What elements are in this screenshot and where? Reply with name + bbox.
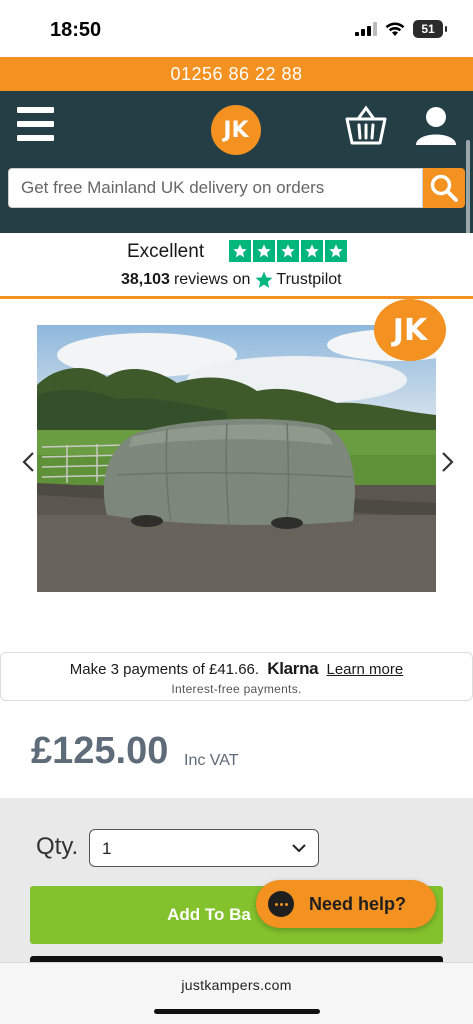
trustpilot-brand: Trustpilot	[254, 270, 342, 290]
account-icon[interactable]	[414, 105, 458, 147]
need-help-label: Need help?	[309, 893, 407, 914]
need-help-chat-button[interactable]: Need help?	[256, 880, 436, 928]
trustpilot-stars	[229, 240, 347, 262]
trustpilot-rating-word: Excellent	[127, 241, 205, 262]
vat-label: Inc VAT	[184, 752, 239, 769]
status-time: 18:50	[50, 19, 102, 41]
search-input[interactable]	[8, 168, 423, 208]
klarna-learn-more-link[interactable]: Learn more	[327, 661, 404, 678]
site-logo[interactable]: JK	[211, 105, 261, 155]
phone-number-link[interactable]: 01256 86 22 88	[0, 57, 473, 91]
quantity-select[interactable]: 1	[89, 829, 319, 867]
basket-icon[interactable]	[344, 105, 388, 147]
home-indicator	[154, 1009, 320, 1014]
brand-badge: JK	[374, 299, 446, 361]
url-text[interactable]: justkampers.com	[0, 977, 473, 993]
signal-icon	[355, 22, 377, 36]
chevron-left-icon[interactable]	[20, 451, 38, 473]
status-bar: 18:50 51	[0, 0, 473, 57]
trustpilot-widget[interactable]: Excellent 38,103 reviews on Trustpilot	[0, 233, 473, 297]
klarna-subtext: Interest-free payments.	[171, 682, 302, 696]
status-icons: 51	[355, 20, 447, 38]
reviews-on-text: reviews on	[173, 271, 251, 288]
search-button[interactable]	[423, 168, 465, 208]
chevron-right-icon[interactable]	[438, 451, 456, 473]
trustpilot-star-icon	[256, 271, 273, 288]
product-price: £125.00	[31, 730, 169, 772]
chat-bubble-icon	[268, 891, 294, 917]
product-gallery: JK	[0, 299, 473, 629]
star-icon	[277, 240, 299, 262]
klarna-payment-text: Make 3 payments of £41.66.	[69, 661, 260, 678]
product-image[interactable]	[37, 325, 436, 592]
site-header: JK	[0, 91, 473, 233]
wifi-icon	[385, 21, 405, 36]
menu-icon[interactable]	[17, 107, 54, 141]
qty-label: Qty.	[36, 833, 79, 860]
browser-address-bar[interactable]: justkampers.com	[0, 962, 473, 1024]
star-icon	[301, 240, 323, 262]
review-count: 38,103	[121, 271, 170, 288]
trustpilot-brand-label: Trustpilot	[276, 271, 342, 288]
star-icon	[229, 240, 251, 262]
search-icon	[430, 174, 458, 202]
battery-icon: 51	[413, 20, 447, 38]
quantity-value: 1	[102, 839, 112, 858]
star-icon	[253, 240, 275, 262]
klarna-logo: Klarna	[267, 659, 319, 678]
klarna-message: Make 3 payments of £41.66. Klarna Learn …	[1, 659, 472, 679]
trustpilot-reviews: 38,103 reviews on Trustpilot	[121, 270, 342, 290]
star-icon	[325, 240, 347, 262]
klarna-banner: Make 3 payments of £41.66. Klarna Learn …	[0, 652, 473, 701]
chevron-down-icon	[292, 844, 306, 853]
